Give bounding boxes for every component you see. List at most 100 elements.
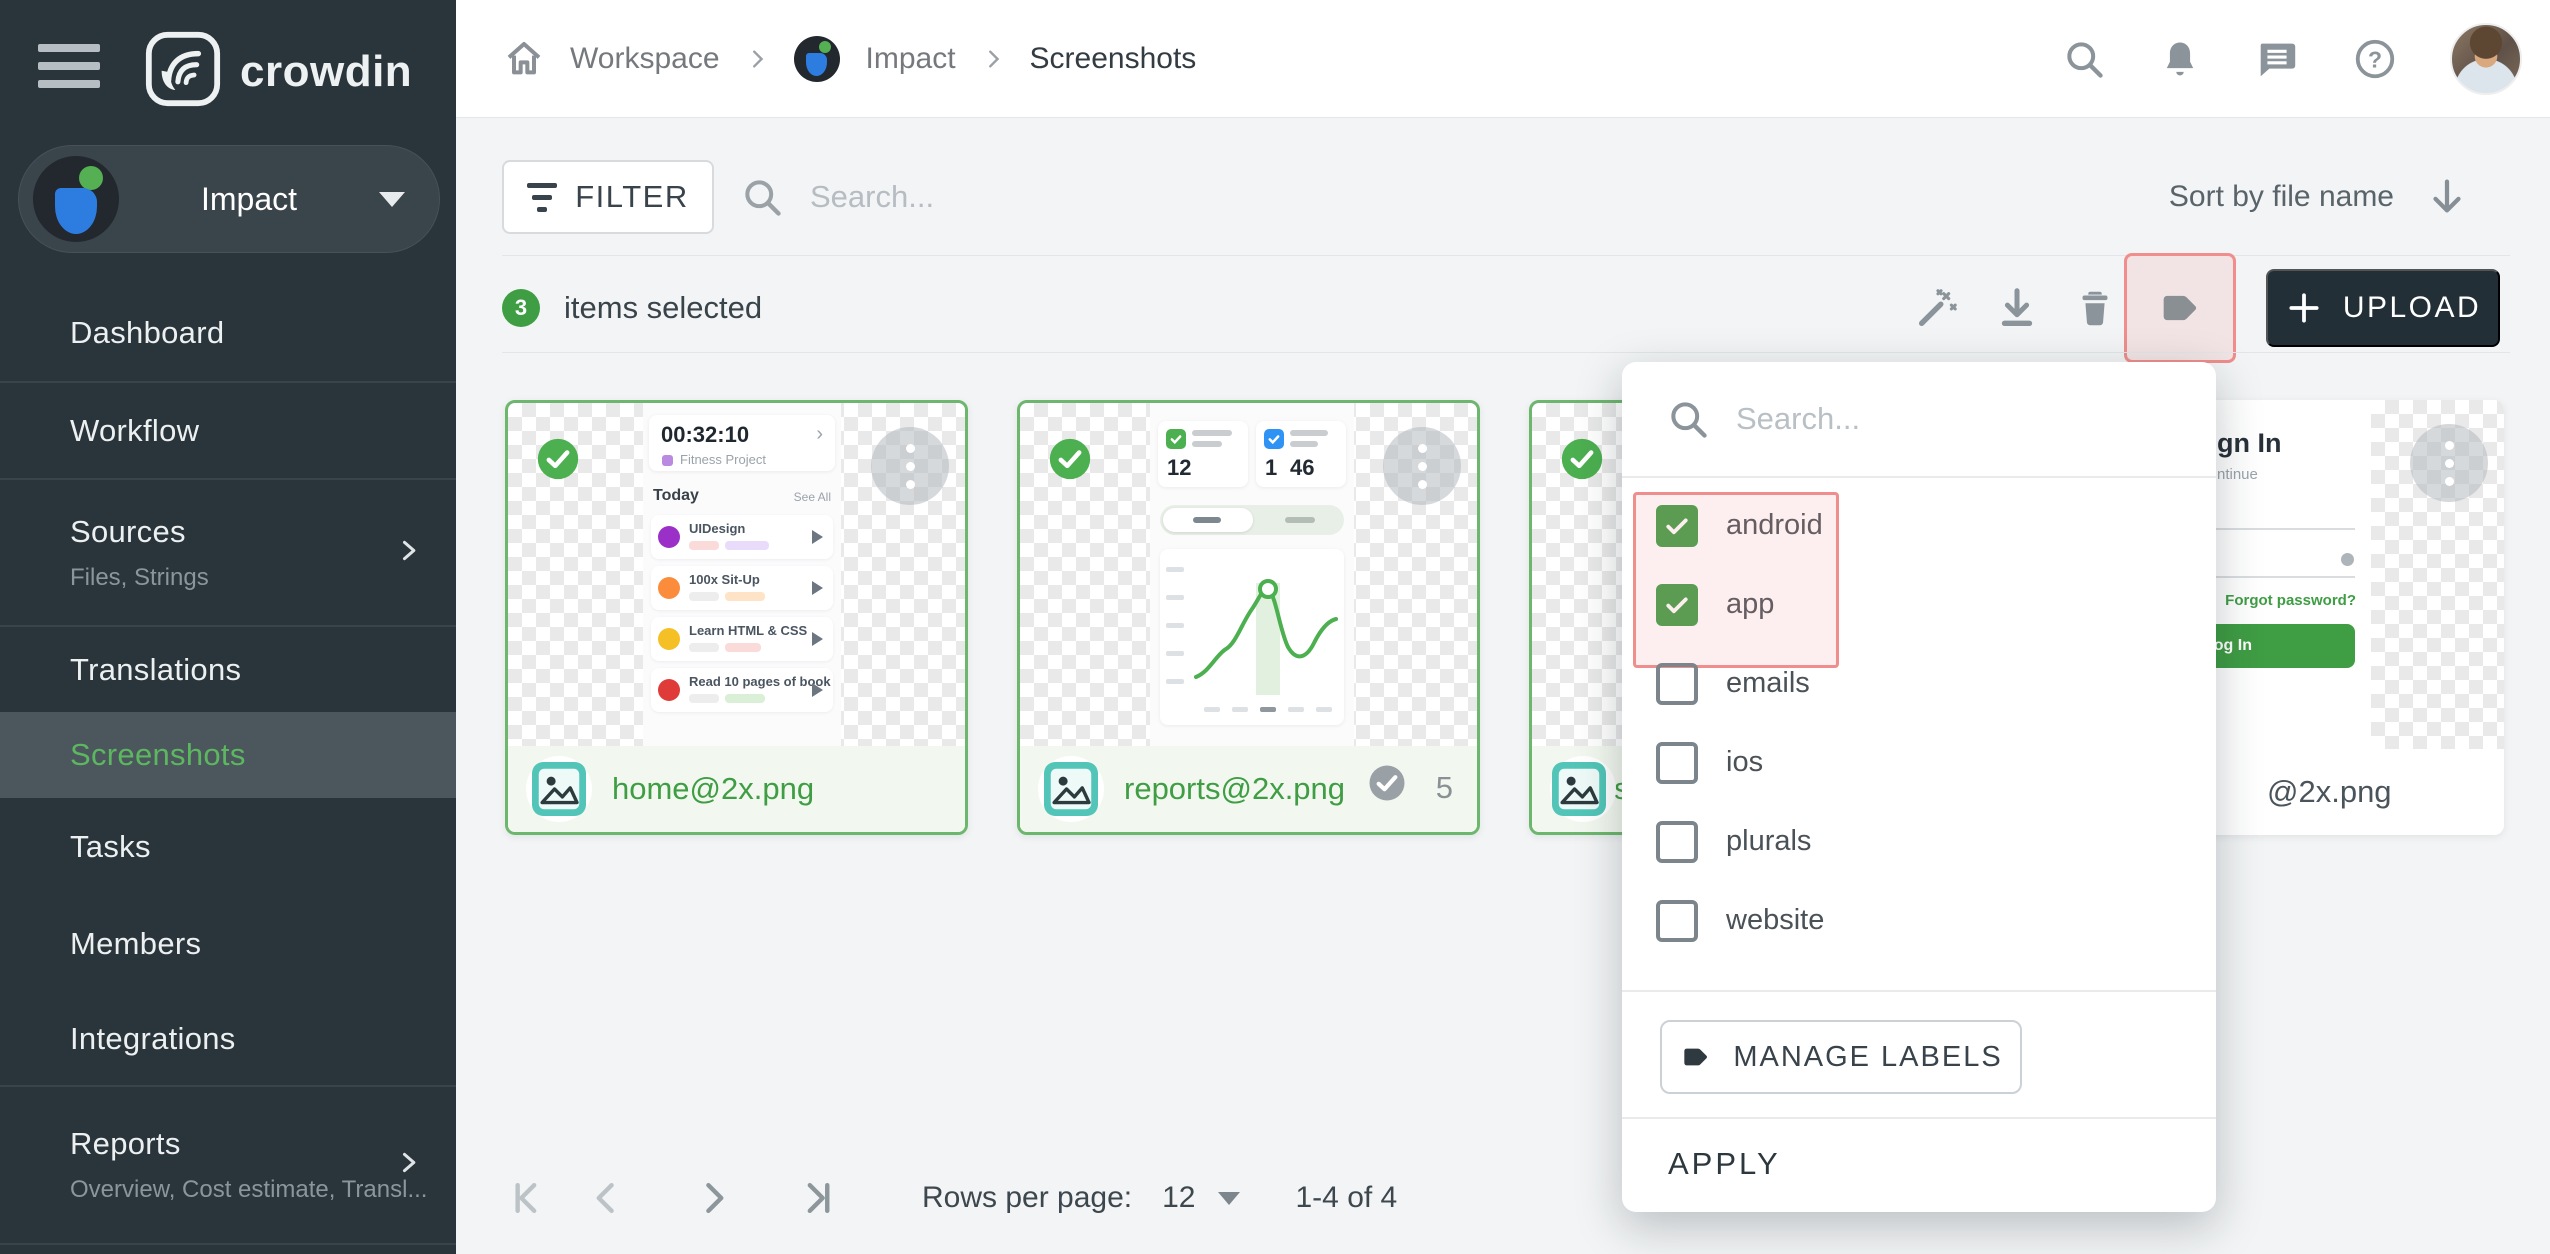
checkbox-checked-icon[interactable] [1656,584,1698,626]
filter-button[interactable]: FILTER [502,160,714,234]
sidebar-item-dashboard[interactable]: Dashboard [0,285,456,381]
image-thumbnail-icon [1552,762,1606,816]
divider [1622,990,2216,992]
crowdin-logo[interactable]: crowdin [142,28,412,115]
tagged-strings-count: 5 [1436,770,1453,806]
sort-control[interactable]: Sort by file name [2169,160,2470,234]
help-icon[interactable]: ? [2352,36,2398,82]
messages-chat-icon[interactable] [2254,36,2300,82]
project-avatar [33,156,119,242]
rows-per-page-caret-icon[interactable] [1218,1192,1240,1205]
chevron-right-icon [746,48,768,70]
breadcrumb-workspace[interactable]: Workspace [570,42,720,76]
logo-wordmark: crowdin [240,47,412,97]
label-option-plurals[interactable]: plurals [1622,802,2216,881]
sidebar-item-screenshots[interactable]: Screenshots [0,712,456,798]
selection-summary: 3 items selected [502,272,762,344]
user-avatar[interactable] [2450,23,2522,95]
mock-task-row: UIDesign [651,515,833,559]
selected-check-icon[interactable] [536,437,580,486]
sidebar-item-translations[interactable]: Translations [0,627,456,712]
filter-icon [527,183,557,212]
divider [502,255,2510,256]
card-menu-kebab-icon[interactable] [871,427,949,505]
label-option-android[interactable]: android [1622,486,2216,565]
apply-button[interactable]: APPLY [1668,1134,1781,1194]
image-thumbnail-icon [532,762,586,816]
checkbox-unchecked-icon[interactable] [1656,821,1698,863]
sidebar-item-sources[interactable]: Sources Files, Strings [0,480,456,625]
crowdin-app: crowdin Impact Dashboard Workflow Source… [0,0,2550,1254]
crowdin-logo-icon [142,28,224,115]
download-icon[interactable] [1994,285,2040,331]
pagination: Rows per page: 12 1-4 of 4 [502,1160,1702,1236]
next-page-icon[interactable] [690,1175,736,1221]
screenshot-preview: 12 1 46 [1150,403,1354,746]
divider [502,352,2510,353]
sort-arrow-down-icon [2424,174,2470,220]
card-menu-kebab-icon[interactable] [1383,427,1461,505]
search-icon [740,175,784,219]
label-option-website[interactable]: website [1622,881,2216,960]
selected-check-icon[interactable] [1560,437,1604,486]
image-thumbnail-icon [1044,762,1098,816]
tagged-strings-check-icon [1367,763,1407,808]
chevron-right-icon [982,48,1004,70]
sidebar-item-workflow[interactable]: Workflow [0,383,456,478]
see-all-label: See All [794,490,831,504]
breadcrumb-project-avatar [794,36,840,82]
card-menu-kebab-icon[interactable] [2410,424,2488,502]
search-input[interactable] [810,179,1370,215]
screenshot-preview: 00:32:10 › Fitness Project Today See All… [643,403,841,746]
divider [1622,1117,2216,1119]
sidebar: crowdin Impact Dashboard Workflow Source… [0,0,456,1254]
selected-check-icon[interactable] [1048,437,1092,486]
rows-per-page-value[interactable]: 12 [1162,1181,1195,1215]
checkbox-checked-icon[interactable] [1656,505,1698,547]
manage-labels-button[interactable]: MANAGE LABELS [1660,1020,2022,1094]
card-filename[interactable]: reports@2x.png [1124,771,1345,807]
sidebar-item-members[interactable]: Members [0,895,456,992]
notifications-bell-icon[interactable] [2158,37,2202,81]
today-label: Today [653,487,699,505]
label-dropdown: android app emails ios plurals website [1622,362,2216,1212]
label-option-emails[interactable]: emails [1622,644,2216,723]
label-option-ios[interactable]: ios [1622,723,2216,802]
chevron-right-icon [394,1149,422,1182]
chevron-right-icon [394,536,422,569]
rows-per-page-label: Rows per page: [922,1181,1132,1215]
hamburger-menu-icon[interactable] [38,44,100,96]
first-page-icon[interactable] [502,1175,548,1221]
mock-task-row: 100x Sit-Up [651,566,833,610]
upload-button[interactable]: UPLOAD [2266,269,2500,347]
screenshot-card-home[interactable]: 00:32:10 › Fitness Project Today See All… [505,400,968,835]
last-page-icon[interactable] [796,1175,842,1221]
screenshot-search [740,160,1440,234]
project-switcher[interactable]: Impact [18,145,440,253]
checkbox-unchecked-icon[interactable] [1656,663,1698,705]
selected-count-label: items selected [564,290,762,326]
checkbox-unchecked-icon[interactable] [1656,900,1698,942]
mock-task-row: Read 10 pages of book [651,668,833,712]
sidebar-divider [0,1243,456,1245]
screenshot-card-reports[interactable]: 12 1 46 [1017,400,1480,835]
auto-tag-wand-icon[interactable] [1914,285,1960,331]
sidebar-item-integrations[interactable]: Integrations [0,992,456,1085]
card-filename[interactable]: @2x.png [2267,774,2392,810]
label-option-app[interactable]: app [1622,565,2216,644]
previous-page-icon[interactable] [584,1175,630,1221]
breadcrumb-impact[interactable]: Impact [866,42,956,76]
label-search-input[interactable] [1736,401,2116,437]
checkbox-unchecked-icon[interactable] [1656,742,1698,784]
sidebar-item-reports[interactable]: Reports Overview, Cost estimate, Transl.… [0,1087,456,1243]
home-icon[interactable] [504,39,544,79]
card-filename[interactable]: home@2x.png [612,771,814,807]
topbar-actions: ? [2062,0,2522,118]
sidebar-item-tasks[interactable]: Tasks [0,798,456,895]
search-icon[interactable] [2062,37,2106,81]
delete-trash-icon[interactable] [2072,285,2118,331]
label-search [1622,362,2216,478]
label-tag-icon[interactable] [2156,285,2202,331]
selected-count-badge: 3 [502,289,540,327]
topbar: Workspace Impact Screenshots ? [456,0,2550,118]
